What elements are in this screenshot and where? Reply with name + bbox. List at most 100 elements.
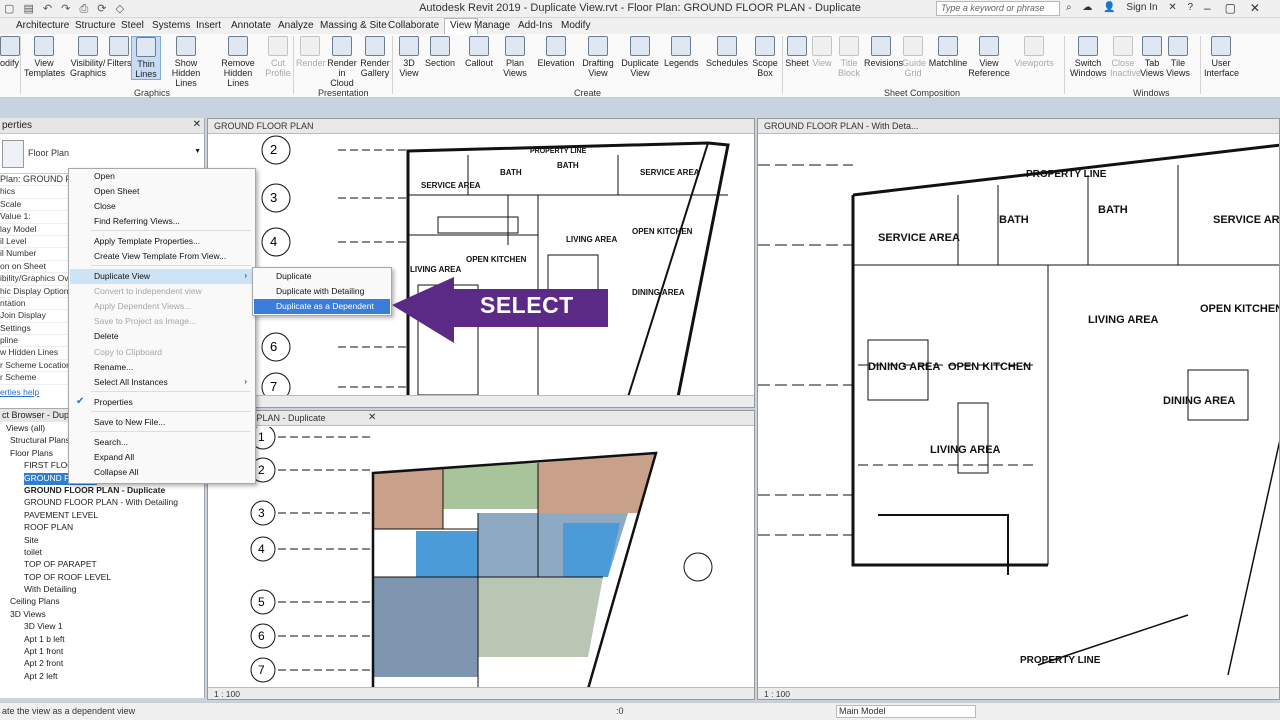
tab-architecture[interactable]: Architecture [16, 20, 69, 31]
browser-tree-row[interactable]: GROUND FLOOR PLAN - Duplicate [0, 484, 204, 496]
ribbon-button-thin-lines[interactable]: Thin Lines [131, 36, 161, 80]
exchange-icon[interactable]: ✕ [1168, 2, 1176, 13]
browser-tree-row[interactable]: With Detailing [0, 583, 204, 595]
context-menu-item[interactable]: Select All Instances › [70, 375, 254, 390]
submenu-item[interactable]: Duplicate with Detailing [254, 284, 390, 299]
chevron-down-icon[interactable]: ▼ [194, 148, 201, 155]
context-menu-item[interactable]: Apply Template Properties... [70, 234, 254, 249]
view-tab-duplicate[interactable]: D FLOOR PLAN - Duplicate ✕ [208, 411, 754, 426]
context-menu-item[interactable]: Open Sheet [70, 184, 254, 199]
ribbon-button-visibility-graphics[interactable]: Visibility/ Graphics [70, 36, 106, 78]
ribbon-button-render[interactable]: Render [296, 36, 326, 68]
ribbon-button-remove-hidden-lines[interactable]: Remove Hidden Lines [214, 36, 262, 88]
context-menu-item[interactable]: Open [70, 169, 254, 184]
close-icon[interactable]: ✕ [368, 412, 376, 423]
context-menu-item[interactable]: Expand All [70, 450, 254, 465]
binoculars-icon[interactable]: ⌕ [1066, 2, 1072, 13]
view-ground-floor-plan-duplicate[interactable]: D FLOOR PLAN - Duplicate ✕ 1 2 3 4 5 6 7… [207, 410, 755, 700]
tab-collaborate[interactable]: Collaborate [388, 20, 439, 31]
browser-tree-row[interactable]: Ceiling Plans [0, 595, 204, 607]
view-control-bar[interactable] [208, 395, 754, 407]
sign-in-link[interactable]: Sign In [1126, 2, 1157, 13]
ribbon-button-scope-box[interactable]: Scope Box [752, 36, 778, 78]
browser-tree-row[interactable]: Site [0, 534, 204, 546]
ribbon-button-viewports[interactable]: Viewports [1014, 36, 1054, 68]
ribbon-button-callout[interactable]: Callout [462, 36, 496, 68]
ribbon-button-cut-profile[interactable]: Cut Profile [264, 36, 292, 78]
ribbon-button-section[interactable]: Section [424, 36, 456, 68]
ribbon-button-filters[interactable]: Filters [107, 36, 132, 68]
ribbon-button-plan-views[interactable]: Plan Views [500, 36, 530, 78]
search-input[interactable]: Type a keyword or phrase [936, 1, 1060, 16]
ribbon-button-3d-view[interactable]: 3D View [396, 36, 422, 78]
help-icon[interactable]: ? [1188, 2, 1194, 13]
browser-tree-row[interactable]: TOP OF ROOF LEVEL [0, 571, 204, 583]
context-menu-item[interactable]: Create View Template From View... [70, 249, 254, 264]
window-controls[interactable]: –▢✕ [1204, 1, 1274, 15]
view-ground-floor-plan-with-detailing[interactable]: GROUND FLOOR PLAN - With Deta... SERVICE… [757, 118, 1280, 700]
ribbon-button-user-interface[interactable]: User Interface [1204, 36, 1239, 78]
ribbon-button-render-gallery[interactable]: Render Gallery [360, 36, 390, 78]
ribbon-button-switch-windows[interactable]: Switch Windows [1070, 36, 1107, 78]
browser-tree-row[interactable]: ROOF PLAN [0, 521, 204, 533]
browser-tree-row[interactable]: Apt 1 front [0, 645, 204, 657]
ribbon-button-drafting-view[interactable]: Drafting View [580, 36, 616, 78]
browser-tree-row[interactable]: 3D View 1 [0, 620, 204, 632]
tab-annotate[interactable]: Annotate [231, 20, 271, 31]
browser-tree-row[interactable]: toilet [0, 546, 204, 558]
browser-tree-row[interactable]: Apt 2 left [0, 670, 204, 682]
context-menu-item[interactable]: Duplicate View › [70, 269, 254, 284]
ribbon-button-elevation[interactable]: Elevation [536, 36, 576, 68]
context-menu-item[interactable]: Search... [70, 435, 254, 450]
context-menu-item[interactable]: Collapse All [70, 465, 254, 480]
ribbon-button-matchline[interactable]: Matchline [928, 36, 968, 68]
context-menu-item[interactable]: Delete [70, 329, 254, 344]
tab-view[interactable]: View [444, 18, 478, 34]
ribbon-button-sheet[interactable]: Sheet [785, 36, 809, 68]
ribbon-button-modify[interactable]: odify [0, 36, 20, 68]
user-icon[interactable]: 👤 [1103, 2, 1115, 13]
ribbon-button-legends[interactable]: Legends [664, 36, 699, 68]
view-control-bar[interactable]: 1 : 100 [208, 687, 754, 699]
ribbon-button-duplicate-view[interactable]: Duplicate View [620, 36, 660, 78]
view-ground-floor-plan[interactable]: GROUND FLOOR PLAN SERVICE AREA BATH BATH… [207, 118, 755, 408]
close-icon[interactable]: ✕ [193, 119, 201, 130]
ribbon-button-tile-views[interactable]: Tile Views [1166, 36, 1190, 78]
ribbon-button-render-cloud[interactable]: Render in Cloud [326, 36, 358, 88]
view-tab-with-detailing[interactable]: GROUND FLOOR PLAN - With Deta... [758, 119, 1279, 134]
ribbon-button-title-block[interactable]: Title Block [836, 36, 862, 78]
tab-insert[interactable]: Insert [196, 20, 221, 31]
browser-tree-row[interactable]: Apt 2 front [0, 657, 204, 669]
tab-steel[interactable]: Steel [121, 20, 144, 31]
context-menu-item[interactable]: Properties ✔ [70, 395, 254, 410]
ribbon-button-close-inactive[interactable]: Close Inactive [1110, 36, 1141, 78]
browser-tree-row[interactable]: PAVEMENT LEVEL [0, 509, 204, 521]
view-scale[interactable]: 1 : 100 [214, 689, 240, 699]
ribbon-button-view-templates[interactable]: View Templates [24, 36, 65, 78]
ribbon-button-view-reference[interactable]: View Reference [968, 36, 1010, 78]
active-model-select[interactable]: Main Model [836, 705, 976, 718]
cloud-icon[interactable]: ☁ [1082, 2, 1092, 13]
context-menu-item[interactable]: Save to New File... [70, 415, 254, 430]
context-menu-item[interactable]: Close [70, 199, 254, 214]
submenu-item[interactable]: Duplicate as a Dependent [254, 299, 390, 314]
ribbon-button-tab-views[interactable]: Tab Views [1140, 36, 1164, 78]
context-menu-item[interactable]: Find Referring Views... [70, 214, 254, 229]
tab-massing-site[interactable]: Massing & Site [320, 20, 387, 31]
view-tab-ground-floor-plan[interactable]: GROUND FLOOR PLAN [208, 119, 754, 134]
context-menu-item[interactable]: Rename... [70, 360, 254, 375]
ribbon-button-revisions[interactable]: Revisions [864, 36, 903, 68]
browser-tree-row[interactable]: 3D Views [0, 608, 204, 620]
tab-modify[interactable]: Modify [561, 20, 590, 31]
ribbon-button-schedules[interactable]: Schedules [706, 36, 748, 68]
tab-analyze[interactable]: Analyze [278, 20, 314, 31]
tab-systems[interactable]: Systems [152, 20, 190, 31]
browser-tree-row[interactable]: GROUND FLOOR PLAN - With Detailing [0, 496, 204, 508]
ribbon-button-guide-grid[interactable]: Guide Grid [902, 36, 926, 78]
submenu-item[interactable]: Duplicate [254, 269, 390, 284]
ribbon-button-view[interactable]: View [810, 36, 834, 68]
tab-add-ins[interactable]: Add-Ins [518, 20, 552, 31]
browser-tree-row[interactable]: TOP OF PARAPET [0, 558, 204, 570]
tab-manage[interactable]: Manage [474, 20, 510, 31]
view-scale[interactable]: 1 : 100 [764, 689, 790, 699]
